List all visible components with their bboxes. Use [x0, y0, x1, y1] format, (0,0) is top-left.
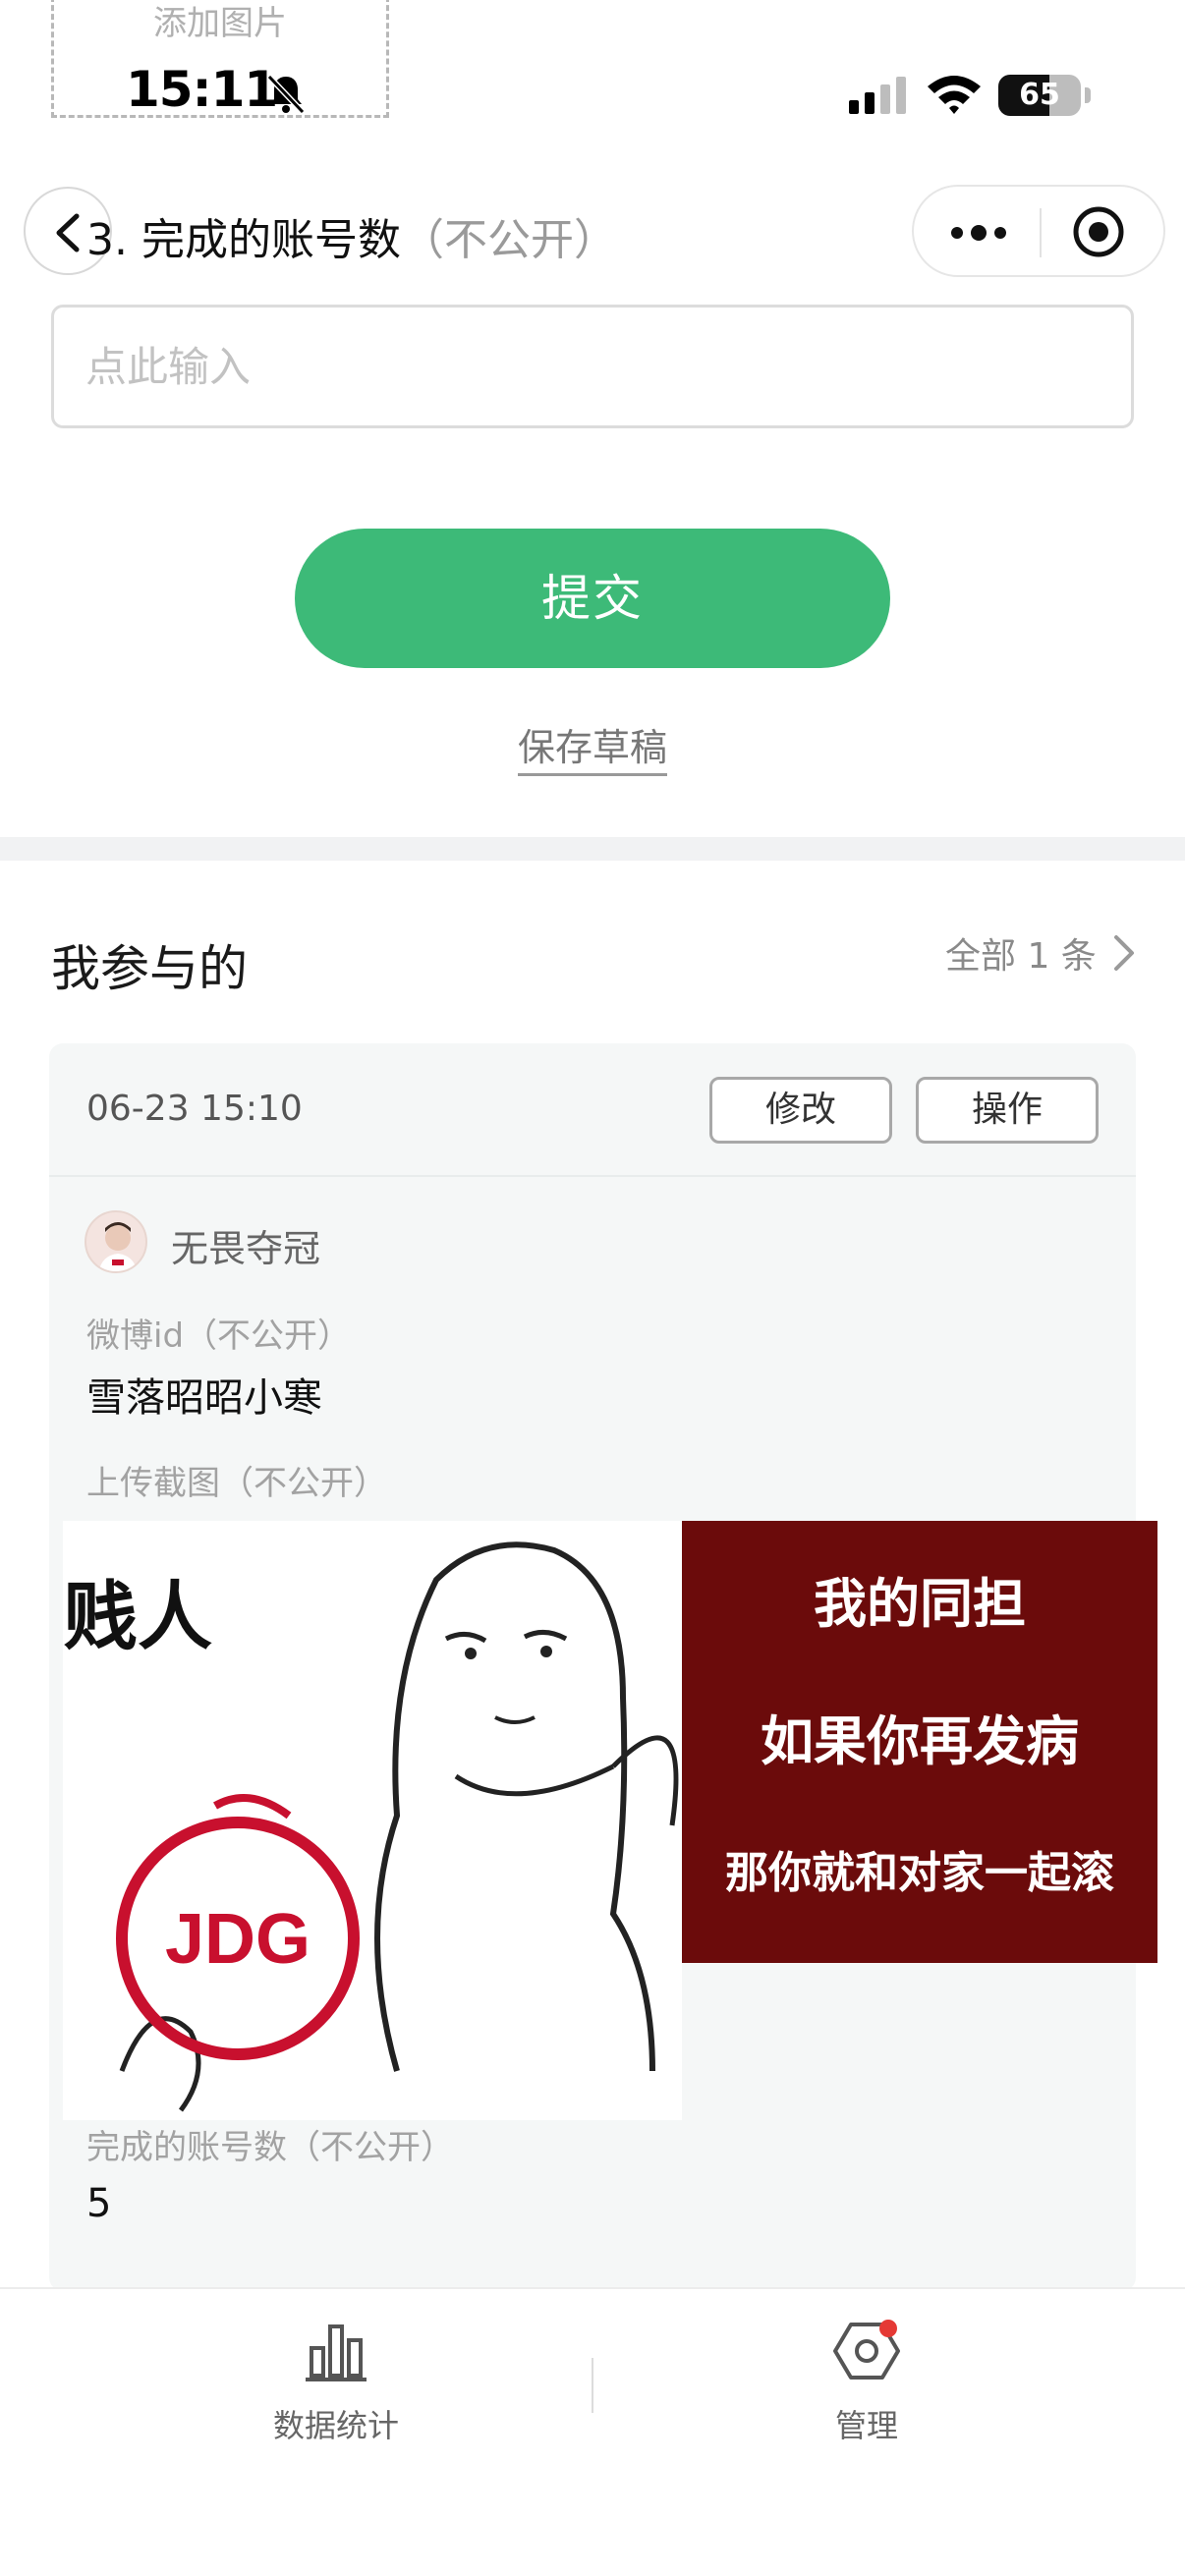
meme-drawing: JDG [116, 1541, 679, 2112]
section-divider [0, 837, 1185, 861]
jdg-logo-text: JDG [165, 1900, 310, 1979]
bottom-tab-bar: 数据统计 管理 [0, 2287, 1185, 2576]
miniprogram-capsule [912, 185, 1165, 277]
meme-image-left: 贱人 JDG [63, 1521, 682, 2120]
uploaded-screenshot[interactable]: 贱人 JDG 我的同担 如果你再发病 那你就和对家一起滚 [63, 1521, 1157, 2120]
close-target-icon[interactable] [1071, 204, 1126, 259]
meme-right-line-1: 我的同担 [814, 1573, 1026, 1635]
field-value-weibo-id: 雪落昭昭小寒 [86, 1375, 322, 1421]
field-label-weibo-id: 微博id（不公开） [86, 1316, 352, 1356]
tab-divider [592, 2358, 593, 2413]
view-all-link[interactable]: 全部 1 条 [945, 927, 1097, 979]
status-time: 15:11 [126, 61, 278, 118]
battery-level: 65 [1019, 78, 1060, 112]
actions-button[interactable]: 操作 [916, 1077, 1099, 1144]
battery-indicator: 65 [998, 75, 1081, 116]
cellular-signal-icon [849, 77, 906, 114]
chevron-left-icon [56, 213, 80, 252]
record-header: 06-23 15:10 修改 操作 [49, 1043, 1136, 1177]
avatar [85, 1210, 147, 1273]
save-draft-row: 保存草稿 [0, 717, 1185, 776]
tab-label-manage: 管理 [834, 2407, 898, 2444]
hexagon-settings-icon [833, 2320, 900, 2380]
capsule-divider [1040, 208, 1042, 257]
battery-tip [1085, 87, 1091, 103]
more-dots-icon[interactable] [947, 218, 1010, 248]
submit-button[interactable]: 提交 [295, 529, 890, 668]
bar-chart-icon [306, 2324, 367, 2381]
question-private-hint: （不公开） [400, 215, 617, 265]
question-title-text: 3. 完成的账号数 [86, 215, 401, 265]
section-title: 我参与的 [51, 940, 248, 997]
record-timestamp: 06-23 15:10 [86, 1089, 303, 1129]
tab-data-stats[interactable]: 数据统计 [238, 2319, 434, 2466]
save-draft-link[interactable]: 保存草稿 [517, 726, 667, 776]
tab-label-stats: 数据统计 [272, 2407, 399, 2444]
answer-input[interactable] [51, 305, 1134, 428]
meme-right-line-2: 如果你再发病 [761, 1710, 1079, 1772]
field-label-screenshot: 上传截图（不公开） [86, 1464, 387, 1503]
upload-image-label: 添加图片 [153, 4, 287, 43]
chevron-right-icon[interactable] [1108, 933, 1138, 973]
bell-off-icon [266, 74, 306, 115]
field-value-account-count: 5 [86, 2181, 112, 2226]
notification-dot [879, 2320, 897, 2337]
status-bar: 添加图片 15:11 65 [0, 0, 1185, 147]
question-title: 3. 完成的账号数（不公开） [86, 204, 617, 267]
field-label-account-count: 完成的账号数（不公开） [86, 2128, 454, 2167]
username: 无畏夺冠 [171, 1227, 321, 1270]
edit-button[interactable]: 修改 [709, 1077, 892, 1144]
tab-manage[interactable]: 管理 [768, 2319, 965, 2466]
meme-image-right: 我的同担 如果你再发病 那你就和对家一起滚 [682, 1521, 1157, 1963]
meme-right-line-3: 那你就和对家一起滚 [725, 1848, 1114, 1898]
wifi-icon [928, 76, 981, 114]
